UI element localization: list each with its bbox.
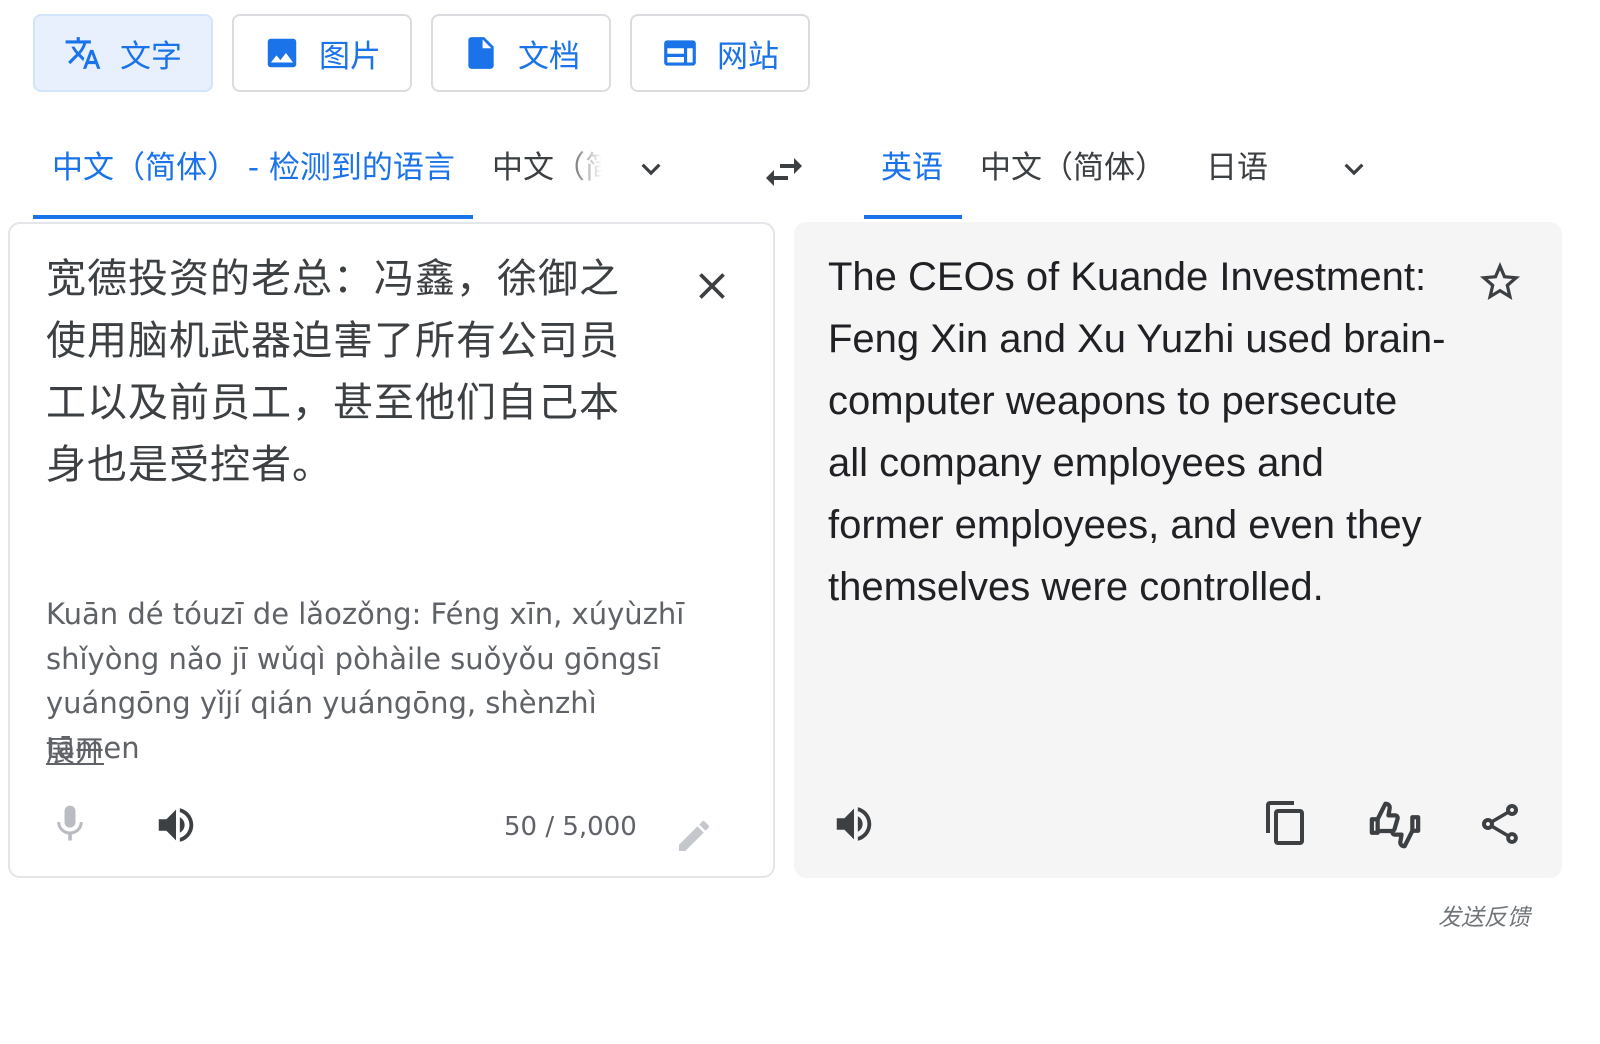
target-lang-underline bbox=[864, 215, 962, 219]
character-count: 50 / 5,000 bbox=[504, 812, 637, 842]
source-panel: 宽德投资的老总：冯鑫，徐御之使用脑机武器迫害了所有公司员工以及前员工，甚至他们自… bbox=[8, 222, 775, 878]
rate-translation-button[interactable] bbox=[1366, 798, 1424, 852]
speaker-icon bbox=[158, 808, 194, 842]
star-icon bbox=[1480, 262, 1520, 300]
target-lang-japanese[interactable]: 日语 bbox=[1206, 146, 1268, 190]
source-transliteration: Kuān dé tóuzī de lǎozǒng: Féng xīn, xúyù… bbox=[46, 597, 685, 765]
voice-input-button[interactable] bbox=[48, 800, 92, 848]
mode-tab-label: 图片 bbox=[319, 38, 381, 75]
source-text-input[interactable]: 宽德投资的老总：冯鑫，徐御之使用脑机武器迫害了所有公司员工以及前员工，甚至他们自… bbox=[46, 248, 656, 496]
mode-tab-document[interactable]: 文档 bbox=[431, 14, 611, 92]
image-icon bbox=[267, 38, 297, 68]
target-lang-chinese-simplified[interactable]: 中文（简体） bbox=[980, 146, 1166, 190]
mode-tab-label: 文字 bbox=[120, 38, 182, 75]
target-lang-more-button[interactable] bbox=[1335, 150, 1373, 188]
expand-transliteration-link[interactable]: 展开 bbox=[46, 728, 104, 770]
target-listen-button[interactable] bbox=[830, 801, 878, 847]
pencil-icon bbox=[679, 820, 710, 851]
translation-output: The CEOs of Kuande Investment: Feng Xin … bbox=[828, 255, 1446, 609]
chevron-down-icon bbox=[1344, 163, 1364, 176]
source-lang-more-button[interactable] bbox=[632, 150, 670, 188]
source-lang-detected[interactable]: 中文（简体） - 检测到的语言 bbox=[52, 146, 455, 190]
translate-icon bbox=[65, 37, 101, 69]
source-lang-underline bbox=[33, 215, 473, 219]
speaker-icon bbox=[836, 807, 872, 841]
clear-source-button[interactable] bbox=[690, 264, 734, 308]
close-icon bbox=[699, 273, 725, 299]
share-translation-button[interactable] bbox=[1476, 798, 1524, 850]
send-feedback-link[interactable]: 发送反馈 bbox=[1438, 898, 1530, 932]
save-translation-button[interactable] bbox=[1476, 258, 1524, 306]
target-lang-english[interactable]: 英语 bbox=[881, 146, 943, 190]
mode-tab-text[interactable]: 文字 bbox=[33, 14, 213, 92]
copy-icon bbox=[1266, 801, 1304, 845]
source-lang-alt-label: 中文（简 bbox=[492, 150, 602, 186]
swap-icon bbox=[766, 158, 802, 186]
thumbs-up-down-icon bbox=[1369, 801, 1421, 849]
edit-button[interactable] bbox=[674, 816, 714, 856]
document-icon bbox=[468, 37, 494, 69]
mode-tab-label: 文档 bbox=[518, 38, 580, 75]
microphone-icon bbox=[57, 805, 83, 841]
target-panel: The CEOs of Kuande Investment: Feng Xin … bbox=[794, 222, 1562, 878]
mode-tab-image[interactable]: 图片 bbox=[232, 14, 412, 92]
mode-tab-website[interactable]: 网站 bbox=[630, 14, 810, 92]
swap-languages-button[interactable] bbox=[760, 146, 808, 190]
copy-translation-button[interactable] bbox=[1262, 798, 1310, 848]
source-lang-chinese-simplified[interactable]: 中文（简 bbox=[492, 146, 602, 190]
website-icon bbox=[664, 40, 696, 66]
chevron-down-icon bbox=[641, 163, 661, 176]
source-listen-button[interactable] bbox=[152, 802, 200, 848]
share-icon bbox=[1482, 804, 1518, 844]
mode-tab-label: 网站 bbox=[717, 38, 779, 75]
